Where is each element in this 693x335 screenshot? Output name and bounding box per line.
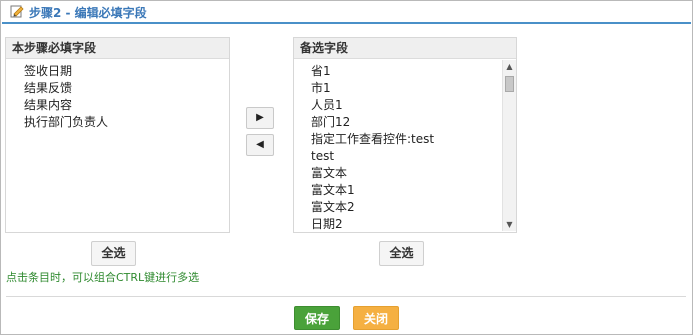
dialog-header: 步骤2 - 编辑必填字段 (2, 2, 691, 24)
list-item[interactable]: 签收日期 (6, 63, 229, 80)
list-item[interactable]: 执行部门负责人 (6, 114, 229, 131)
candidate-fields-title: 备选字段 (294, 38, 516, 59)
candidate-fields-list[interactable]: 省1 市1 人员1 部门12 指定工作查看控件:test test 富文本 富文… (294, 63, 504, 233)
edit-icon (10, 4, 24, 18)
list-item[interactable]: 富文本 (294, 165, 504, 182)
required-fields-panel: 本步骤必填字段 签收日期 结果反馈 结果内容 执行部门负责人 (5, 37, 230, 233)
list-item[interactable]: 富文本2 (294, 199, 504, 216)
list-item[interactable]: 部门12 (294, 114, 504, 131)
list-item[interactable]: 日期2 (294, 216, 504, 233)
scroll-thumb[interactable] (505, 76, 514, 92)
save-button[interactable]: 保存 (294, 306, 340, 330)
required-fields-list[interactable]: 签收日期 结果反馈 结果内容 执行部门负责人 (6, 63, 229, 131)
select-all-candidate-button[interactable]: 全选 (379, 241, 424, 266)
list-item[interactable]: 省1 (294, 63, 504, 80)
page-title: 步骤2 - 编辑必填字段 (29, 6, 147, 20)
list-item[interactable]: 市1 (294, 80, 504, 97)
scroll-up-icon[interactable]: ▲ (503, 60, 516, 73)
list-item[interactable]: 结果反馈 (6, 80, 229, 97)
list-item[interactable]: test (294, 148, 504, 165)
move-right-button[interactable]: ▶ (246, 107, 274, 129)
multi-select-hint: 点击条目时，可以组合CTRL键进行多选 (6, 271, 200, 284)
required-fields-title: 本步骤必填字段 (6, 38, 229, 59)
candidate-fields-panel: 备选字段 省1 市1 人员1 部门12 指定工作查看控件:test test 富… (293, 37, 517, 233)
close-button[interactable]: 关闭 (353, 306, 399, 330)
scroll-down-icon[interactable]: ▼ (503, 218, 516, 231)
list-item[interactable]: 结果内容 (6, 97, 229, 114)
vertical-scrollbar[interactable]: ▲ ▼ (502, 60, 516, 231)
select-all-required-button[interactable]: 全选 (91, 241, 136, 266)
divider (6, 296, 686, 297)
list-item[interactable]: 指定工作查看控件:test (294, 131, 504, 148)
list-item[interactable]: 富文本1 (294, 182, 504, 199)
list-item[interactable]: 人员1 (294, 97, 504, 114)
move-left-button[interactable]: ◀ (246, 134, 274, 156)
